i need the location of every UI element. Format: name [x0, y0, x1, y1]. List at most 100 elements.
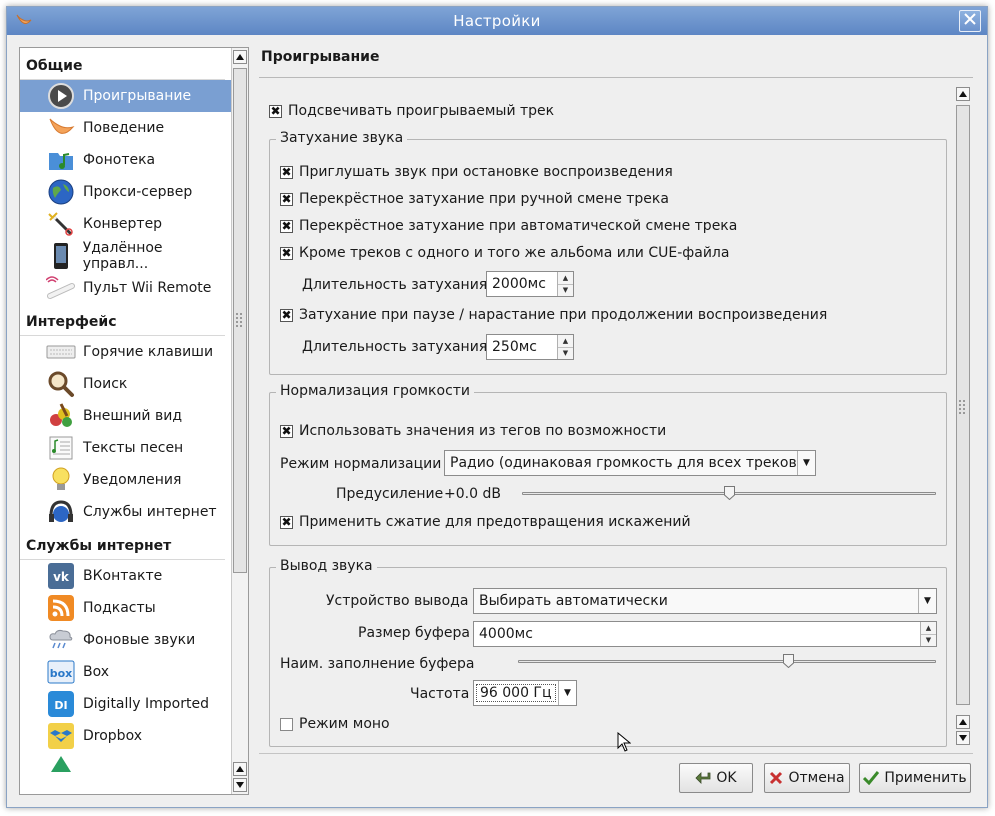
scroll-up-button-2[interactable] — [233, 762, 247, 776]
buffer-size-label: Размер буфера — [358, 625, 470, 641]
sidebar-item-remote-control[interactable]: Удалённое управл... — [20, 240, 231, 272]
scroll-down-button[interactable] — [233, 778, 247, 792]
sidebar-item-podcasts[interactable]: Подкасты — [20, 592, 231, 624]
category-internet-services: Службы интернет — [20, 528, 225, 560]
close-button[interactable] — [959, 10, 981, 32]
checkbox-box[interactable]: ✖ — [280, 424, 293, 438]
title-bar[interactable]: Настройки — [7, 7, 987, 35]
cancel-button[interactable]: Отмена — [764, 763, 850, 793]
pause-fade-duration-spinbox[interactable]: 250мс ▲ ▼ — [486, 334, 574, 360]
sidebar-scrollbar[interactable] — [231, 48, 248, 794]
sidebar-item-box[interactable]: box Box — [20, 656, 231, 688]
mute-on-stop-checkbox[interactable]: ✖ Приглушать звук при остановке воспроиз… — [280, 164, 673, 180]
buffer-size-spinbox[interactable]: 4000мс ▲ ▼ — [473, 621, 937, 647]
normalization-mode-select[interactable]: Радио (одинаковая громкость для всех тре… — [444, 450, 816, 476]
paint-icon — [46, 401, 76, 431]
globe-icon — [46, 177, 76, 207]
fade-duration-spinbox[interactable]: 2000мс ▲ ▼ — [486, 271, 574, 297]
select-value: Радио (одинаковая громкость для всех тре… — [450, 455, 797, 471]
spinbox-value: 2000мс — [492, 276, 546, 292]
sidebar-item-proxy[interactable]: Прокси-сервер — [20, 176, 231, 208]
sidebar-item-playback[interactable]: Проигрывание — [20, 80, 231, 112]
arrow-down-icon — [236, 782, 244, 788]
sidebar-item-label: Тексты песен — [83, 440, 184, 456]
sidebar-scroll-thumb[interactable] — [233, 68, 247, 573]
checkbox-box[interactable]: ✖ — [280, 308, 293, 322]
arrow-up-icon — [236, 54, 244, 60]
sidebar-item-wii-remote[interactable]: Пульт Wii Remote — [20, 272, 231, 304]
sidebar-item-digitally-imported[interactable]: DI Digitally Imported — [20, 688, 231, 720]
sidebar-item-label: Уведомления — [83, 472, 182, 488]
sidebar-item-vkontakte[interactable]: vk ВКонтакте — [20, 560, 231, 592]
sidebar-item-hotkeys[interactable]: Горячие клавиши — [20, 336, 231, 368]
main-scroll-thumb[interactable] — [956, 105, 970, 705]
ok-button[interactable]: OK — [679, 763, 753, 793]
slider-handle[interactable] — [783, 654, 794, 669]
sidebar-item-notifications[interactable]: Уведомления — [20, 464, 231, 496]
spin-arrows[interactable]: ▲ ▼ — [557, 335, 573, 359]
apply-button[interactable]: Применить — [859, 763, 971, 793]
min-buffer-fill-slider[interactable] — [518, 654, 936, 669]
sidebar-item-dropbox[interactable]: Dropbox — [20, 720, 231, 752]
checkbox-box[interactable]: ✖ — [269, 104, 282, 118]
slider-track — [518, 660, 936, 663]
except-same-album-checkbox[interactable]: ✖ Кроме треков с одного и того же альбом… — [280, 245, 729, 261]
sidebar-item-appearance[interactable]: Внешний вид — [20, 400, 231, 432]
preamp-slider[interactable] — [522, 486, 936, 501]
sidebar-item-ambient-sounds[interactable]: Фоновые звуки — [20, 624, 231, 656]
output-device-select[interactable]: Выбирать автоматически ▼ — [473, 588, 937, 614]
spin-arrows[interactable]: ▲ ▼ — [557, 272, 573, 296]
sidebar-item-label: Пульт Wii Remote — [83, 280, 212, 296]
checkbox-box[interactable]: ✖ — [280, 192, 293, 206]
compression-checkbox[interactable]: ✖ Применить сжатие для предотвращения ис… — [280, 514, 691, 530]
cancel-x-icon — [769, 771, 783, 785]
select-value: 96 000 Гц — [476, 684, 556, 702]
chevron-down-icon: ▼ — [797, 451, 815, 475]
use-tag-values-checkbox[interactable]: ✖ Использовать значения из тегов по возм… — [280, 423, 666, 439]
scroll-up-button[interactable] — [233, 50, 247, 64]
scroll-down-button[interactable] — [956, 731, 970, 745]
mono-mode-checkbox[interactable]: Режим моно — [280, 716, 390, 732]
slider-handle[interactable] — [724, 486, 735, 501]
playback-settings-panel: ✖ Подсвечивать проигрываемый трек Затуха… — [259, 87, 949, 747]
spinbox-value: 250мс — [492, 339, 537, 355]
scroll-up-button[interactable] — [956, 87, 970, 101]
checkbox-box[interactable]: ✖ — [280, 515, 293, 529]
sidebar-item-library[interactable]: Фонотека — [20, 144, 231, 176]
music-folder-icon — [46, 145, 76, 175]
checkbox-box[interactable]: ✖ — [280, 246, 293, 260]
checkbox-box[interactable]: ✖ — [280, 219, 293, 233]
sidebar-item-behavior[interactable]: Поведение — [20, 112, 231, 144]
sidebar-item-label: Службы интернет — [83, 504, 217, 520]
chevron-down-icon: ▼ — [918, 589, 936, 613]
sidebar-item-internet-services[interactable]: Службы интернет — [20, 496, 231, 528]
spin-up-icon: ▲ — [558, 272, 573, 285]
sidebar-item-label: Digitally Imported — [83, 696, 209, 712]
crossfade-manual-checkbox[interactable]: ✖ Перекрёстное затухание при ручной смен… — [280, 191, 669, 207]
highlight-track-checkbox[interactable]: ✖ Подсвечивать проигрываемый трек — [269, 103, 554, 119]
checkbox-label: Использовать значения из тегов по возмож… — [299, 423, 667, 439]
scroll-up-button-2[interactable] — [956, 715, 970, 729]
normalization-mode-label: Режим нормализации — [280, 456, 442, 472]
main-scrollbar[interactable] — [955, 87, 972, 747]
sample-rate-select[interactable]: 96 000 Гц ▼ — [473, 680, 577, 706]
spin-up-icon: ▲ — [921, 622, 936, 635]
checkbox-box[interactable] — [280, 717, 293, 731]
crossfade-auto-checkbox[interactable]: ✖ Перекрёстное затухание при автоматичес… — [280, 218, 737, 234]
dropbox-icon — [46, 721, 76, 751]
fade-on-pause-checkbox[interactable]: ✖ Затухание при паузе / нарастание при п… — [280, 307, 827, 323]
checkbox-label: Перекрёстное затухание при автоматическо… — [299, 218, 738, 234]
spin-arrows[interactable]: ▲ ▼ — [920, 622, 936, 646]
drive-icon — [46, 753, 76, 783]
sidebar-item-search[interactable]: Поиск — [20, 368, 231, 400]
checkbox-box[interactable]: ✖ — [280, 165, 293, 179]
sidebar-item-converter[interactable]: Конвертер — [20, 208, 231, 240]
page-title: Проигрывание — [261, 49, 380, 65]
sidebar-item-lyrics[interactable]: Тексты песен — [20, 432, 231, 464]
sidebar-item-label: Горячие клавиши — [83, 344, 214, 360]
fade-group: Затухание звука ✖ Приглушать звук при ос… — [269, 130, 947, 375]
headphones-globe-icon — [46, 497, 76, 527]
arrow-up-icon — [959, 719, 967, 725]
checkbox-label: Приглушать звук при остановке воспроизве… — [299, 164, 673, 180]
svg-text:vk: vk — [53, 570, 70, 584]
